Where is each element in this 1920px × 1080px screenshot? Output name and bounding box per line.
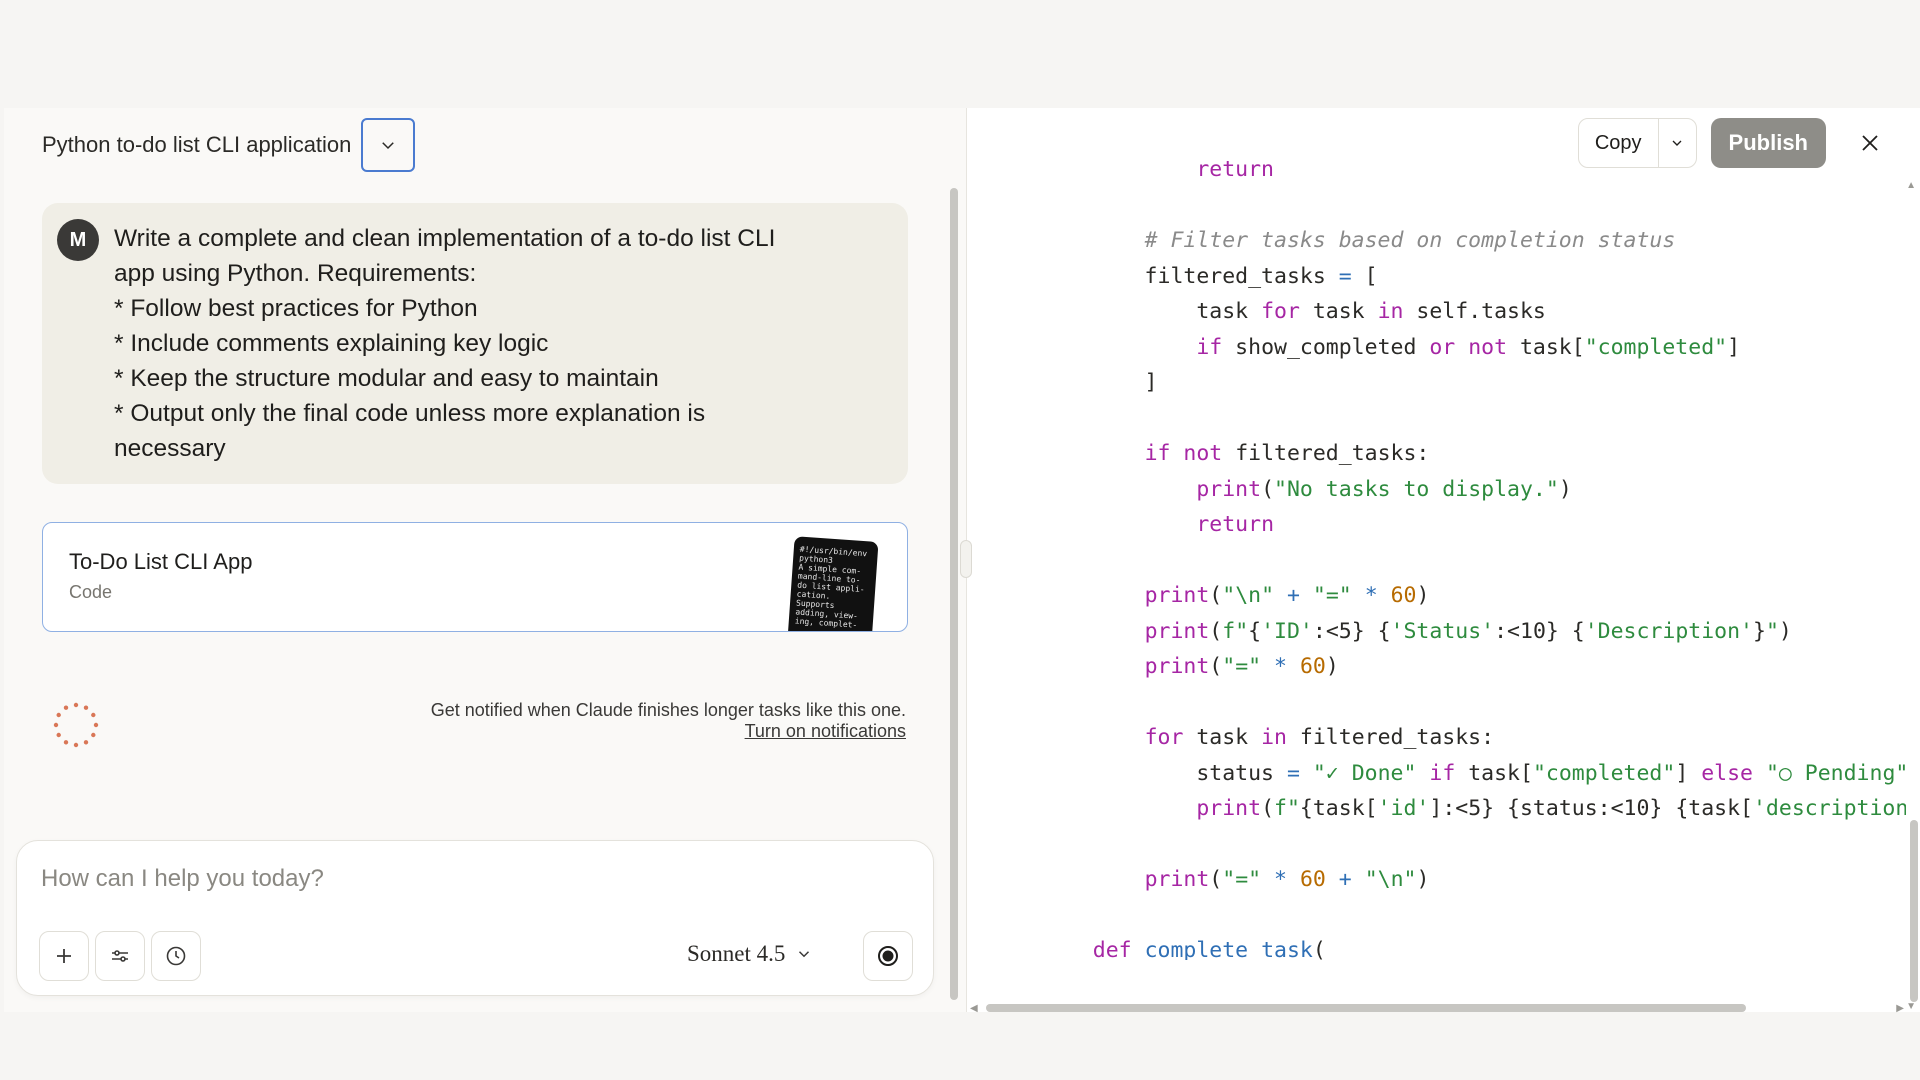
conversation-menu-button[interactable] xyxy=(361,118,416,172)
artifact-title: To-Do List CLI App xyxy=(69,549,253,574)
message-line: * Include comments explaining key logic xyxy=(114,330,549,357)
avatar: M xyxy=(57,219,99,261)
chevron-down-icon xyxy=(382,142,395,150)
message-line: * Keep the structure modular and easy to… xyxy=(114,365,659,392)
scroll-up-icon[interactable]: ▲ xyxy=(1906,180,1916,191)
chat-panel: Python to-do list CLI application M Writ… xyxy=(4,108,966,1012)
clock-icon xyxy=(166,946,186,966)
code-viewer[interactable]: return # Filter tasks based on completio… xyxy=(966,160,1906,960)
chat-input[interactable] xyxy=(41,865,901,893)
loading-spinner-icon xyxy=(53,702,99,748)
record-icon xyxy=(878,946,898,966)
code-panel: Copy Publish return # Filter tasks based… xyxy=(960,108,1920,1014)
sliders-icon xyxy=(112,950,128,962)
artifact-type: Code xyxy=(69,582,113,602)
scroll-down-icon[interactable]: ▼ xyxy=(1906,1001,1916,1012)
history-button[interactable] xyxy=(151,931,201,981)
composer: Sonnet 4.5 xyxy=(16,840,934,996)
add-button[interactable] xyxy=(39,931,89,981)
record-button[interactable] xyxy=(863,931,913,981)
code-horizontal-scrollbar[interactable] xyxy=(986,1004,1746,1012)
code-content: return # Filter tasks based on completio… xyxy=(1041,160,1906,960)
message-line: Write a complete and clean implementatio… xyxy=(114,225,776,252)
model-name: Sonnet 4.5 xyxy=(687,941,786,966)
artifact-thumbnail: #!/usr/bin/env python3 A simple com- man… xyxy=(787,536,879,631)
conversation-header: Python to-do list CLI application xyxy=(42,118,416,172)
conversation-title[interactable]: Python to-do list CLI application xyxy=(42,132,351,158)
notification-text: Get notified when Claude finishes longer… xyxy=(430,700,906,720)
notification-prompt: Get notified when Claude finishes longer… xyxy=(431,700,906,742)
user-message: M Write a complete and clean implementat… xyxy=(42,203,908,484)
close-button[interactable] xyxy=(1850,123,1890,163)
user-message-text: Write a complete and clean implementatio… xyxy=(114,221,884,466)
message-line: necessary xyxy=(114,435,226,462)
chevron-down-icon xyxy=(1672,140,1682,146)
scroll-left-icon[interactable]: ◀ xyxy=(970,1003,978,1014)
plus-icon xyxy=(57,949,71,963)
message-line: app using Python. Requirements: xyxy=(114,260,477,287)
model-selector[interactable]: Sonnet 4.5 xyxy=(687,941,813,967)
turn-on-notifications-link[interactable]: Turn on notifications xyxy=(431,721,906,742)
close-icon xyxy=(1862,135,1878,151)
artifact-card[interactable]: To-Do List CLI App Code #!/usr/bin/env p… xyxy=(42,522,908,632)
chat-scrollbar[interactable] xyxy=(950,188,958,1000)
chevron-down-icon xyxy=(799,951,810,958)
tools-button[interactable] xyxy=(95,931,145,981)
message-line: * Follow best practices for Python xyxy=(114,295,478,322)
scroll-right-icon[interactable]: ▶ xyxy=(1896,1003,1904,1014)
code-vertical-scrollbar[interactable] xyxy=(1910,820,1918,1002)
message-line: * Output only the final code unless more… xyxy=(114,400,706,427)
